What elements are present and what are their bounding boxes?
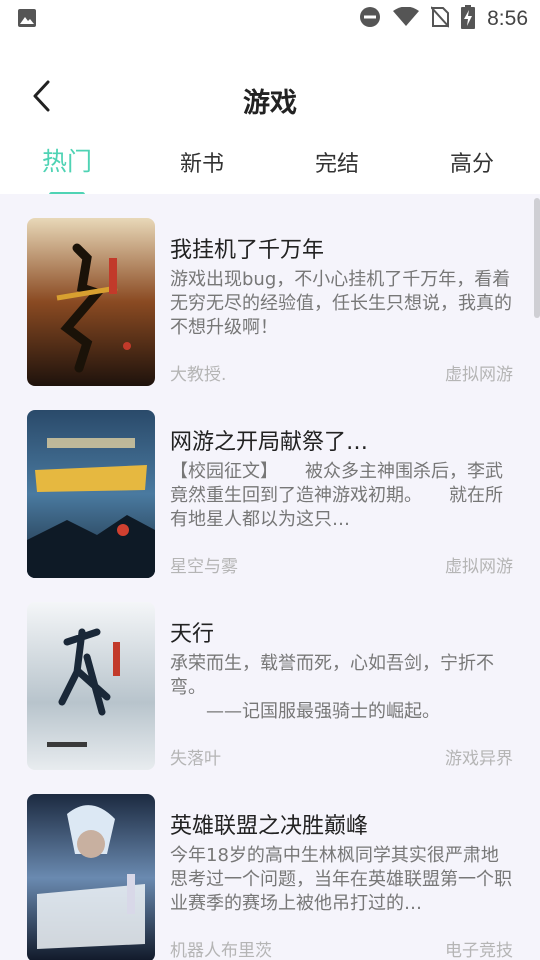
tab-new[interactable]: 新书 <box>157 146 247 178</box>
book-author: 机器人布里茨 <box>170 941 272 960</box>
book-author: 失落叶 <box>170 749 221 769</box>
book-author: 星空与雾 <box>170 557 238 577</box>
tab-hot[interactable]: 热门 <box>22 142 112 178</box>
page-title: 游戏 <box>243 88 297 119</box>
status-time: 8:56 <box>487 7 528 30</box>
book-description: 【校园征文】 被众多主神围杀后，李武竟然重生回到了造神游戏初期。 就在所有地星人… <box>170 461 503 530</box>
book-author: 大教授. <box>170 365 227 385</box>
book-genre: 游戏异界 <box>445 749 513 769</box>
battery-charging-icon <box>461 5 476 33</box>
do-not-disturb-icon <box>359 6 381 32</box>
book-cover <box>27 218 155 386</box>
gallery-icon <box>17 8 37 32</box>
book-description: 承荣而生，载誉而死，心如吾剑，宁折不弯。 ——记国服最强骑士的崛起。 <box>170 653 494 722</box>
list-item[interactable]: 天行 承荣而生，载誉而死，心如吾剑，宁折不弯。 ——记国服最强骑士的崛起。 失落… <box>0 578 540 770</box>
tab-completed[interactable]: 完结 <box>292 146 382 178</box>
book-genre: 虚拟网游 <box>445 557 513 577</box>
book-title: 网游之开局献祭了… <box>170 430 369 455</box>
status-bar: 8:56 <box>0 0 540 36</box>
book-title: 天行 <box>170 622 215 647</box>
tab-bar: 热门 新书 完结 高分 <box>0 140 540 197</box>
book-title: 我挂机了千万年 <box>170 238 325 263</box>
header: 游戏 热门 新书 完结 高分 <box>0 36 540 197</box>
book-cover <box>27 410 155 578</box>
list-item[interactable]: 网游之开局献祭了… 【校园征文】 被众多主神围杀后，李武竟然重生回到了造神游戏初… <box>0 386 540 578</box>
list-item[interactable]: 我挂机了千万年 游戏出现bug，不小心挂机了千万年，看着无穷无尽的经验值，任长生… <box>0 194 540 386</box>
book-genre: 电子竞技 <box>445 941 513 960</box>
tab-high-score[interactable]: 高分 <box>427 146 517 178</box>
book-description: 今年18岁的高中生林枫同学其实很严肃地思考过一个问题，当年在英雄联盟第一个职业赛… <box>170 845 512 914</box>
no-sim-icon <box>430 6 450 32</box>
list-item[interactable]: 英雄联盟之决胜巅峰 今年18岁的高中生林枫同学其实很严肃地思考过一个问题，当年在… <box>0 770 540 960</box>
book-genre: 虚拟网游 <box>445 365 513 385</box>
book-cover <box>27 794 155 960</box>
book-title: 英雄联盟之决胜巅峰 <box>170 814 369 839</box>
book-cover <box>27 602 155 770</box>
wifi-icon <box>393 6 420 31</box>
book-list[interactable]: 我挂机了千万年 游戏出现bug，不小心挂机了千万年，看着无穷无尽的经验值，任长生… <box>0 194 540 960</box>
book-description: 游戏出现bug，不小心挂机了千万年，看着无穷无尽的经验值，任长生只想说，我真的不… <box>170 269 512 338</box>
